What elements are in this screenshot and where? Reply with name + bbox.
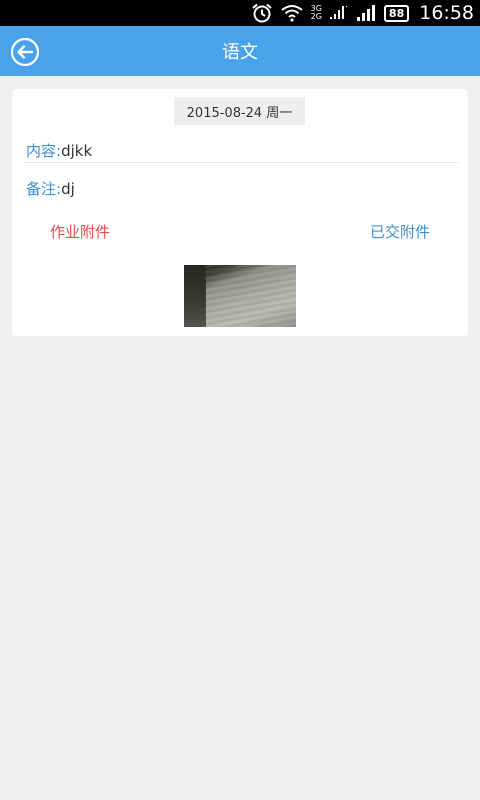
note-row: 备注:dj (26, 178, 75, 199)
content-row: 内容:djkk (26, 140, 92, 161)
homework-attachment-tab[interactable]: 作业附件 (50, 221, 110, 242)
network-label-2g: 2G (310, 12, 322, 21)
clock: 16:58 (419, 2, 474, 24)
back-arrow-icon (10, 37, 40, 67)
date-label: 2015-08-24 周一 (174, 97, 305, 125)
content-label: 内容: (26, 142, 62, 160)
alarm-icon (251, 3, 273, 23)
note-value: dj (61, 180, 75, 198)
back-button[interactable] (10, 37, 40, 67)
signal-icon (329, 5, 348, 21)
note-label: 备注: (26, 180, 62, 198)
page-title: 语文 (222, 42, 258, 63)
status-bar: 3G 2G 88 16:58 (0, 0, 480, 26)
submitted-attachment-tab[interactable]: 已交附件 (370, 221, 430, 242)
divider (24, 162, 458, 163)
content-value: djkk (61, 142, 93, 160)
attachment-thumbnail[interactable] (184, 265, 296, 327)
signal-icon-2 (356, 4, 376, 22)
battery-icon: 88 (383, 4, 410, 22)
wifi-icon (281, 4, 303, 22)
network-type: 3G 2G (311, 5, 322, 21)
homework-detail-card: 2015-08-24 周一 内容:djkk 备注:dj 作业附件 已交附件 (12, 89, 468, 336)
app-bar: 语文 (0, 26, 480, 76)
